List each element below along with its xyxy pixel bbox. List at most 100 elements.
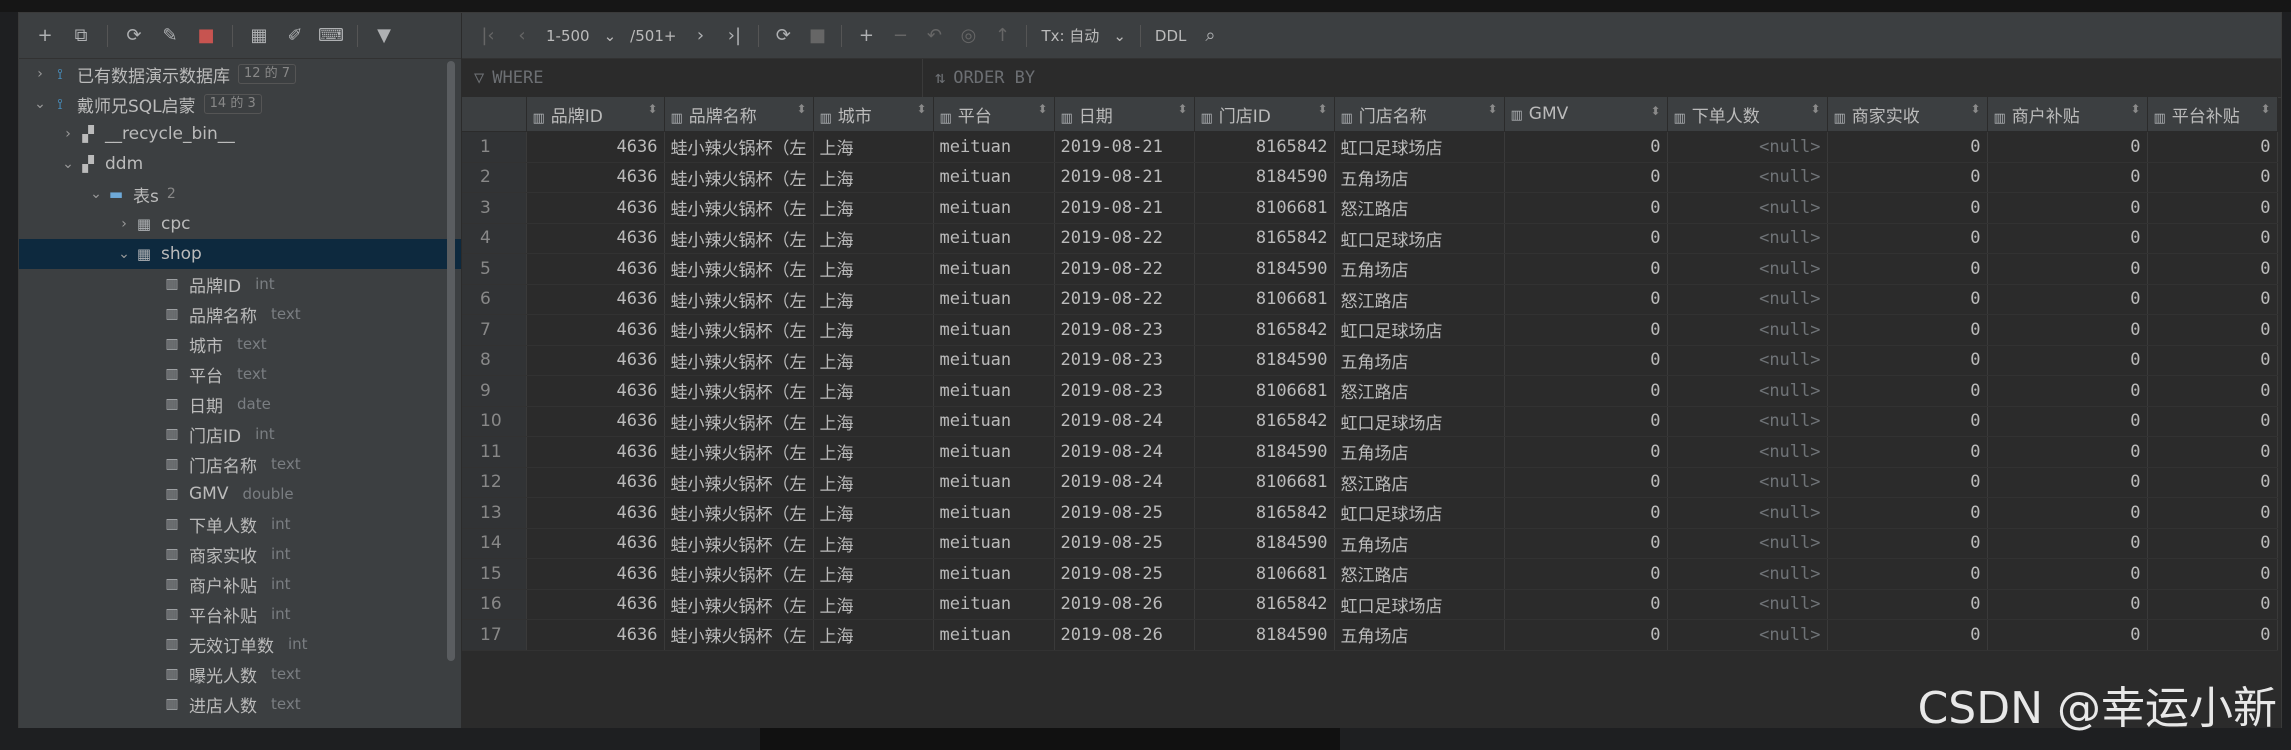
- table-row[interactable]: 1 4636 蛙小辣火锅杯（左 上海 meituan 2019-08-21 8165842 虹…: [462, 131, 2278, 163]
- column-header[interactable]: ▥ 品牌名称 ⬍: [664, 97, 814, 132]
- table-cell[interactable]: 0: [1504, 497, 1668, 529]
- table-cell[interactable]: 上海: [813, 223, 934, 254]
- sort-icon[interactable]: ⬍: [1177, 102, 1187, 116]
- sort-icon[interactable]: ⬍: [1317, 102, 1327, 116]
- table-cell[interactable]: 0: [1504, 162, 1668, 193]
- tree-item[interactable]: › ⟟ 已有数据演示数据库 12 的 7: [19, 59, 461, 89]
- chevron-right-icon[interactable]: ›: [31, 66, 49, 82]
- row-number[interactable]: 1: [462, 131, 527, 163]
- table-cell[interactable]: 上海: [813, 436, 934, 468]
- table-cell[interactable]: 0: [2147, 253, 2278, 285]
- table-cell[interactable]: 0: [1504, 375, 1668, 407]
- page-range[interactable]: 1-500: [542, 27, 594, 45]
- table-cell[interactable]: <null>: [1667, 375, 1828, 407]
- table-cell[interactable]: 0: [2147, 223, 2278, 254]
- chevron-down-icon[interactable]: ⌄: [1109, 27, 1130, 45]
- row-number[interactable]: 11: [462, 436, 527, 468]
- table-cell[interactable]: 2019-08-21: [1054, 131, 1195, 163]
- table-cell[interactable]: meituan: [933, 558, 1055, 590]
- table-cell[interactable]: 0: [1987, 619, 2148, 651]
- table-cell[interactable]: 0: [1827, 558, 1988, 590]
- table-row[interactable]: 13 4636 蛙小辣火锅杯（左 上海 meituan 2019-08-25 8165842…: [462, 497, 2278, 529]
- table-cell[interactable]: 0: [1987, 284, 2148, 315]
- tree-item[interactable]: ▥ GMV double: [19, 479, 461, 509]
- chevron-down-icon[interactable]: ⌄: [115, 246, 133, 262]
- table-cell[interactable]: meituan: [933, 314, 1055, 346]
- table-cell[interactable]: 五角场店: [1334, 619, 1505, 651]
- table-cell[interactable]: <null>: [1667, 558, 1828, 590]
- table-cell[interactable]: 上海: [813, 375, 934, 407]
- table-cell[interactable]: meituan: [933, 162, 1055, 193]
- preview-icon[interactable]: ◎: [954, 22, 982, 50]
- chevron-down-icon[interactable]: ⌄: [600, 27, 621, 45]
- table-cell[interactable]: 0: [1827, 467, 1988, 498]
- table-cell[interactable]: 4636: [526, 253, 665, 285]
- table-cell[interactable]: 怒江路店: [1334, 558, 1505, 590]
- table-cell[interactable]: meituan: [933, 619, 1055, 651]
- table-cell[interactable]: meituan: [933, 406, 1055, 437]
- table-cell[interactable]: <null>: [1667, 223, 1828, 254]
- table-cell[interactable]: 0: [1827, 436, 1988, 468]
- table-row[interactable]: 7 4636 蛙小辣火锅杯（左 上海 meituan 2019-08-23 8165842 虹…: [462, 314, 2278, 346]
- table-cell[interactable]: 8165842: [1194, 497, 1335, 529]
- table-cell[interactable]: meituan: [933, 436, 1055, 468]
- table-row[interactable]: 8 4636 蛙小辣火锅杯（左 上海 meituan 2019-08-23 8184590 五…: [462, 345, 2278, 376]
- table-cell[interactable]: 0: [2147, 497, 2278, 529]
- table-cell[interactable]: 0: [1504, 345, 1668, 376]
- table-cell[interactable]: 4636: [526, 131, 665, 163]
- sort-icon[interactable]: ⬍: [1970, 102, 1980, 116]
- table-cell[interactable]: 4636: [526, 375, 665, 407]
- column-header[interactable]: ▥ 门店ID ⬍: [1194, 97, 1335, 132]
- table-cell[interactable]: 0: [2147, 375, 2278, 407]
- table-cell[interactable]: 蛙小辣火锅杯（左: [664, 253, 814, 285]
- add-row-icon[interactable]: +: [852, 22, 880, 50]
- table-cell[interactable]: <null>: [1667, 528, 1828, 559]
- table-cell[interactable]: 4636: [526, 589, 665, 620]
- table-cell[interactable]: <null>: [1667, 284, 1828, 315]
- row-number[interactable]: 7: [462, 314, 527, 346]
- table-cell[interactable]: 蛙小辣火锅杯（左: [664, 223, 814, 254]
- tree-item[interactable]: ▥ 商户补贴 int: [19, 569, 461, 599]
- row-number[interactable]: 10: [462, 406, 527, 437]
- table-cell[interactable]: 4636: [526, 436, 665, 468]
- tree-item[interactable]: ▥ 门店名称 text: [19, 449, 461, 479]
- copy-icon[interactable]: ⧉: [67, 22, 95, 50]
- table-row[interactable]: 5 4636 蛙小辣火锅杯（左 上海 meituan 2019-08-22 8184590 五…: [462, 253, 2278, 285]
- table-cell[interactable]: 怒江路店: [1334, 375, 1505, 407]
- table-cell[interactable]: 0: [1504, 619, 1668, 651]
- row-number[interactable]: 5: [462, 253, 527, 285]
- table-cell[interactable]: 0: [1987, 497, 2148, 529]
- table-cell[interactable]: 0: [1987, 528, 2148, 559]
- table-cell[interactable]: 2019-08-24: [1054, 467, 1195, 498]
- table-cell[interactable]: 2019-08-25: [1054, 497, 1195, 529]
- table-cell[interactable]: 上海: [813, 284, 934, 315]
- table-cell[interactable]: meituan: [933, 131, 1055, 163]
- table-cell[interactable]: 4636: [526, 467, 665, 498]
- next-page-icon[interactable]: ›: [686, 22, 714, 50]
- table-cell[interactable]: <null>: [1667, 192, 1828, 224]
- table-cell[interactable]: 上海: [813, 192, 934, 224]
- table-cell[interactable]: 蛙小辣火锅杯（左: [664, 467, 814, 498]
- table-cell[interactable]: 0: [1827, 345, 1988, 376]
- table-cell[interactable]: 怒江路店: [1334, 192, 1505, 224]
- table-cell[interactable]: 0: [1504, 314, 1668, 346]
- table-cell[interactable]: 0: [1987, 406, 2148, 437]
- table-cell[interactable]: <null>: [1667, 497, 1828, 529]
- table-cell[interactable]: 0: [1827, 131, 1988, 163]
- table-cell[interactable]: meituan: [933, 223, 1055, 254]
- table-cell[interactable]: 8165842: [1194, 131, 1335, 163]
- table-cell[interactable]: 0: [1504, 467, 1668, 498]
- column-header[interactable]: ▥ 商家实收 ⬍: [1827, 97, 1988, 132]
- pencil-icon[interactable]: ✐: [281, 22, 309, 50]
- tree-item[interactable]: ⌄ ▬ 表s 2: [19, 179, 461, 209]
- row-number[interactable]: 2: [462, 162, 527, 193]
- prev-page-icon[interactable]: ‹: [508, 22, 536, 50]
- table-cell[interactable]: 0: [1827, 528, 1988, 559]
- first-page-icon[interactable]: |‹: [474, 22, 502, 50]
- table-cell[interactable]: 2019-08-26: [1054, 619, 1195, 651]
- table-cell[interactable]: <null>: [1667, 345, 1828, 376]
- tree-item[interactable]: ▥ 品牌名称 text: [19, 299, 461, 329]
- table-cell[interactable]: 蛙小辣火锅杯（左: [664, 162, 814, 193]
- table-cell[interactable]: 虹口足球场店: [1334, 406, 1505, 437]
- row-number[interactable]: 9: [462, 375, 527, 407]
